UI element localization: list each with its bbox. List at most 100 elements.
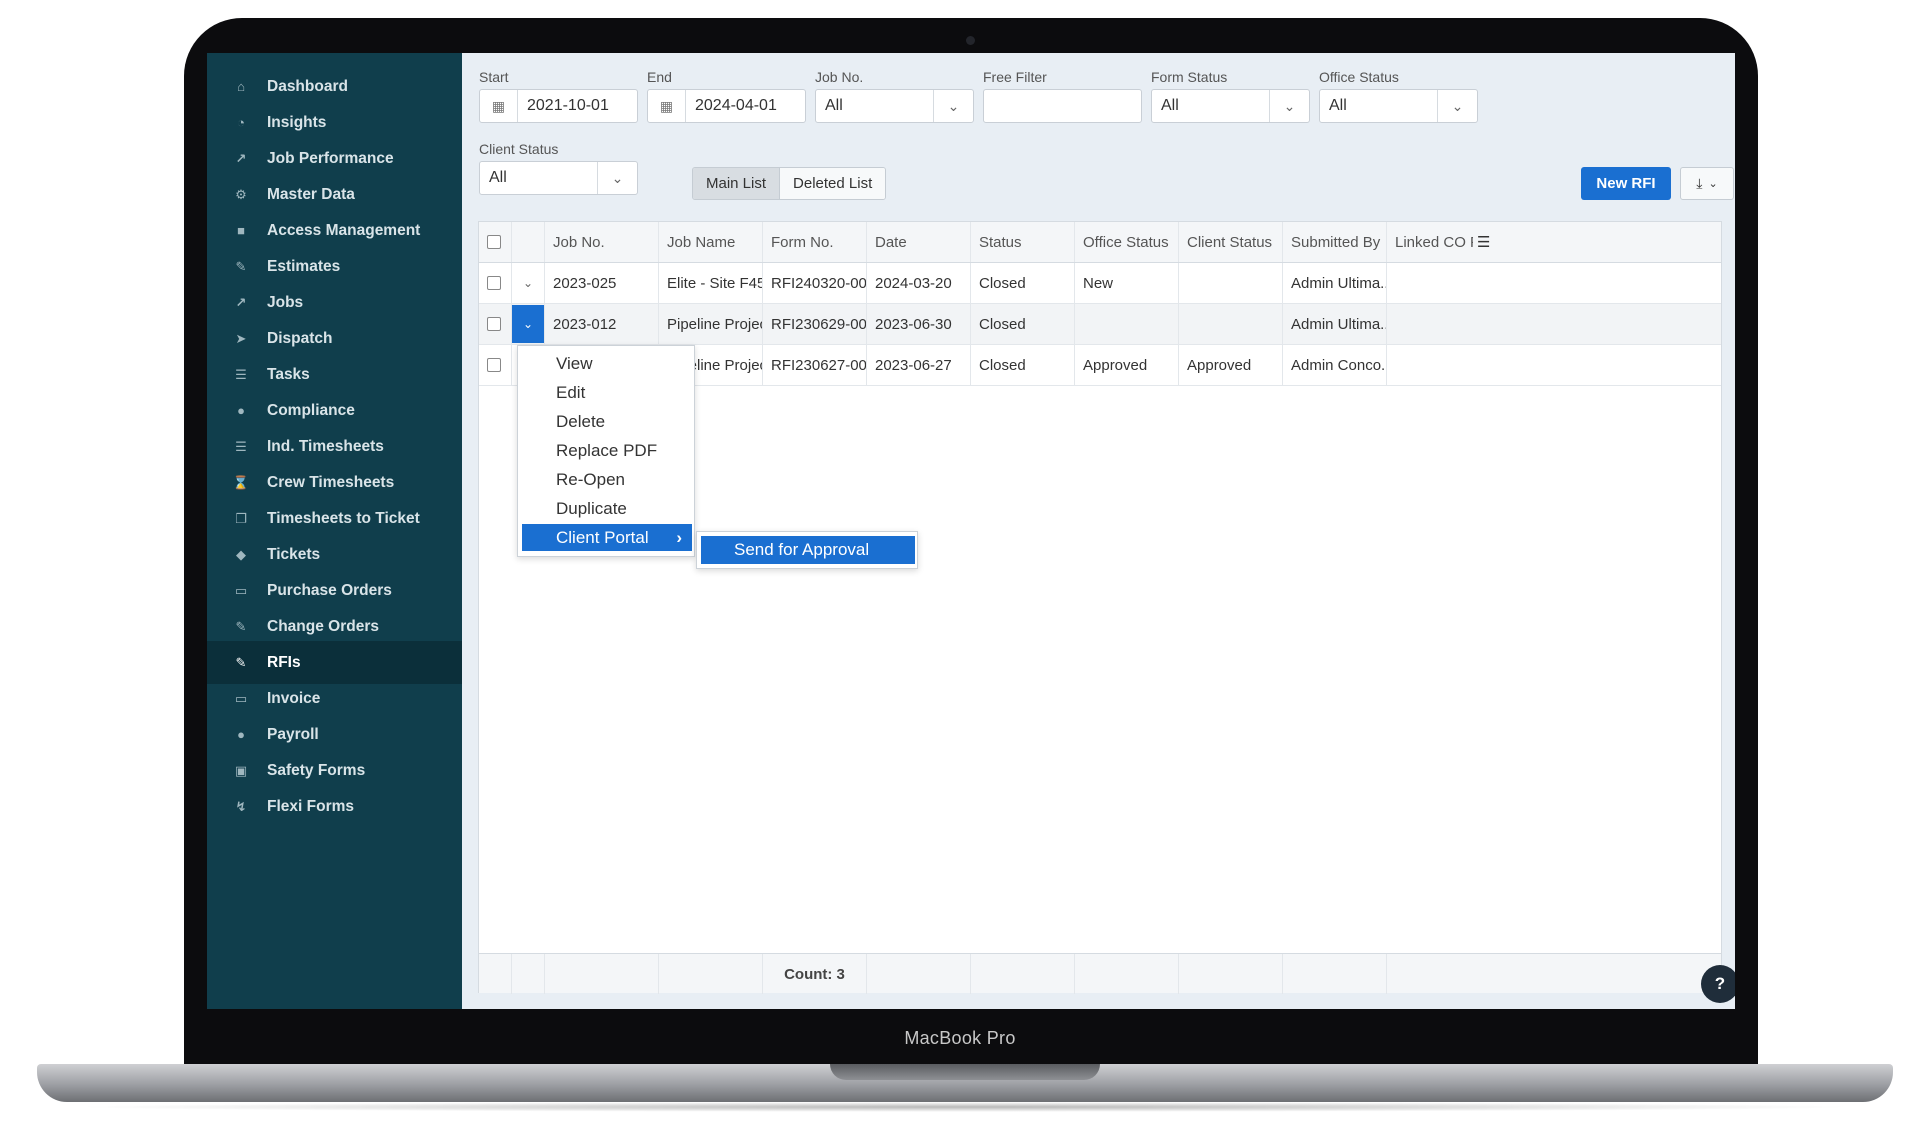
cell-form-no: RFI230627-00... bbox=[763, 345, 867, 385]
rfi-table: Job No. Job Name Form No. Date Status Of… bbox=[478, 221, 1722, 994]
form-status-label: Form Status bbox=[1151, 69, 1228, 85]
cell-client-status bbox=[1179, 263, 1283, 303]
edit-icon: ✎ bbox=[235, 618, 247, 634]
column-header[interactable]: Date bbox=[867, 222, 971, 262]
cell-linked-co bbox=[1387, 304, 1721, 344]
menu-item-delete[interactable]: Delete bbox=[522, 408, 692, 435]
menu-item-duplicate[interactable]: Duplicate bbox=[522, 495, 692, 522]
home-icon: ⌂ bbox=[237, 79, 245, 94]
cell-status: Closed bbox=[971, 304, 1075, 344]
column-header[interactable]: Office Status bbox=[1075, 222, 1179, 262]
cell-form-no: RFI240320-00... bbox=[763, 263, 867, 303]
cell-linked-co bbox=[1387, 263, 1721, 303]
calendar-icon[interactable]: ▦ bbox=[480, 90, 518, 122]
column-header[interactable]: Form No. bbox=[763, 222, 867, 262]
menu-item-send-for-approval[interactable]: Send for Approval bbox=[701, 536, 915, 564]
copy-icon: ❐ bbox=[235, 510, 247, 526]
row-checkbox[interactable] bbox=[487, 276, 501, 290]
column-header[interactable]: Client Status bbox=[1179, 222, 1283, 262]
edit-icon: ✎ bbox=[235, 654, 247, 670]
menu-item-edit[interactable]: Edit bbox=[522, 379, 692, 406]
new-rfi-button[interactable]: New RFI bbox=[1581, 167, 1671, 200]
cell-status: Closed bbox=[971, 263, 1075, 303]
cell-office-status bbox=[1075, 304, 1179, 344]
office-status-select[interactable]: All ⌄ bbox=[1319, 89, 1478, 123]
chevron-down-icon[interactable]: ⌄ bbox=[597, 162, 637, 194]
hourglass-icon: ⌛ bbox=[232, 474, 250, 490]
table-row[interactable]: ⌄ 2023-025 Elite - Site F45 RFI240320-00… bbox=[479, 263, 1721, 304]
menu-item-view[interactable]: View bbox=[522, 350, 692, 377]
column-menu-icon[interactable]: ☰ bbox=[1477, 233, 1490, 251]
select-all-checkbox[interactable] bbox=[487, 235, 501, 249]
cell-job-no: 2023-012 bbox=[545, 304, 659, 344]
cell-submitted-by: Admin Ultima... bbox=[1283, 304, 1387, 344]
expander-header bbox=[512, 222, 545, 262]
table-header: Job No. Job Name Form No. Date Status Of… bbox=[479, 222, 1721, 263]
camera-dot bbox=[966, 36, 975, 45]
cell-date: 2024-03-20 bbox=[867, 263, 971, 303]
job-no-label: Job No. bbox=[815, 69, 864, 85]
table-footer: Count: 3 bbox=[479, 953, 1721, 994]
chevron-right-icon: › bbox=[676, 527, 682, 547]
start-date-field[interactable]: ▦ 2021-10-01 bbox=[479, 89, 638, 123]
row-actions-toggle[interactable]: ⌄ bbox=[512, 305, 544, 343]
job-no-select[interactable]: All ⌄ bbox=[815, 89, 974, 123]
laptop-notch bbox=[830, 1064, 1100, 1080]
column-header[interactable]: Submitted By bbox=[1283, 222, 1387, 262]
tag-icon: ◆ bbox=[236, 546, 246, 562]
menu-item-re-open[interactable]: Re-Open bbox=[522, 466, 692, 493]
menu-item-replace-pdf[interactable]: Replace PDF bbox=[522, 437, 692, 464]
form-status-select[interactable]: All ⌄ bbox=[1151, 89, 1310, 123]
credit-card-icon: ▭ bbox=[234, 582, 248, 598]
list-toggle: Main List Deleted List bbox=[692, 167, 887, 200]
line-chart-icon: ↗ bbox=[235, 150, 247, 166]
external-link-icon: ↗ bbox=[235, 294, 247, 310]
row-context-menu: View Edit Delete Replace PDF Re-Open Dup… bbox=[517, 345, 695, 557]
table-row[interactable]: ⌄ 2023-012 Pipeline Project RFI230629-00… bbox=[479, 304, 1721, 345]
free-filter-label: Free Filter bbox=[983, 69, 1047, 85]
lock-icon: ■ bbox=[237, 223, 245, 238]
row-count: Count: 3 bbox=[763, 954, 867, 994]
chevron-down-icon[interactable]: ⌄ bbox=[933, 90, 973, 122]
cell-office-status: New bbox=[1075, 263, 1179, 303]
cell-client-status: Approved bbox=[1179, 345, 1283, 385]
main-list-button[interactable]: Main List bbox=[693, 168, 780, 199]
credit-card-icon: ▭ bbox=[234, 690, 248, 706]
start-label: Start bbox=[479, 69, 509, 85]
column-header[interactable]: Job No. bbox=[545, 222, 659, 262]
cell-job-no: 2023-025 bbox=[545, 263, 659, 303]
chevron-down-icon[interactable]: ⌄ bbox=[1437, 90, 1477, 122]
end-label: End bbox=[647, 69, 672, 85]
free-filter-input[interactable] bbox=[983, 89, 1142, 123]
calendar-icon[interactable]: ▦ bbox=[648, 90, 686, 122]
sidebar-item-flexi-forms[interactable]: ↯ Flexi Forms bbox=[207, 785, 462, 828]
end-date-field[interactable]: ▦ 2024-04-01 bbox=[647, 89, 806, 123]
help-chat-icon[interactable]: ? bbox=[1701, 965, 1735, 1003]
row-actions-toggle[interactable]: ⌄ bbox=[512, 264, 544, 302]
client-portal-submenu: Send for Approval bbox=[696, 531, 918, 569]
menu-item-client-portal[interactable]: Client Portal › bbox=[522, 524, 692, 551]
cell-office-status: Approved bbox=[1075, 345, 1179, 385]
cell-client-status bbox=[1179, 304, 1283, 344]
sidebar: ⌂ Dashboard ◔ Insights ↗ Job Performance ⚙ M… bbox=[207, 53, 462, 1009]
export-button[interactable]: ⤓ ⌄ bbox=[1680, 167, 1734, 200]
users-icon: ● bbox=[237, 403, 245, 418]
briefcase-icon: ▣ bbox=[234, 762, 248, 778]
client-status-select[interactable]: All ⌄ bbox=[479, 161, 638, 195]
client-status-label: Client Status bbox=[479, 141, 559, 157]
deleted-list-button[interactable]: Deleted List bbox=[779, 168, 886, 199]
download-icon: ⤓ bbox=[1696, 175, 1703, 191]
chevron-down-icon[interactable]: ⌄ bbox=[1269, 90, 1309, 122]
column-header[interactable]: Job Name bbox=[659, 222, 763, 262]
cell-job-name: Pipeline Project bbox=[659, 304, 763, 344]
column-header[interactable]: Linked CO For bbox=[1395, 234, 1473, 251]
location-arrow-icon: ➤ bbox=[235, 330, 247, 346]
users-icon: ● bbox=[237, 727, 245, 742]
office-status-label: Office Status bbox=[1319, 69, 1399, 85]
row-checkbox[interactable] bbox=[487, 317, 501, 331]
list-icon: ☰ bbox=[235, 438, 247, 454]
row-checkbox[interactable] bbox=[487, 358, 501, 372]
pie-chart-icon: ◔ bbox=[237, 115, 245, 130]
column-header[interactable]: Status bbox=[971, 222, 1075, 262]
cell-date: 2023-06-27 bbox=[867, 345, 971, 385]
